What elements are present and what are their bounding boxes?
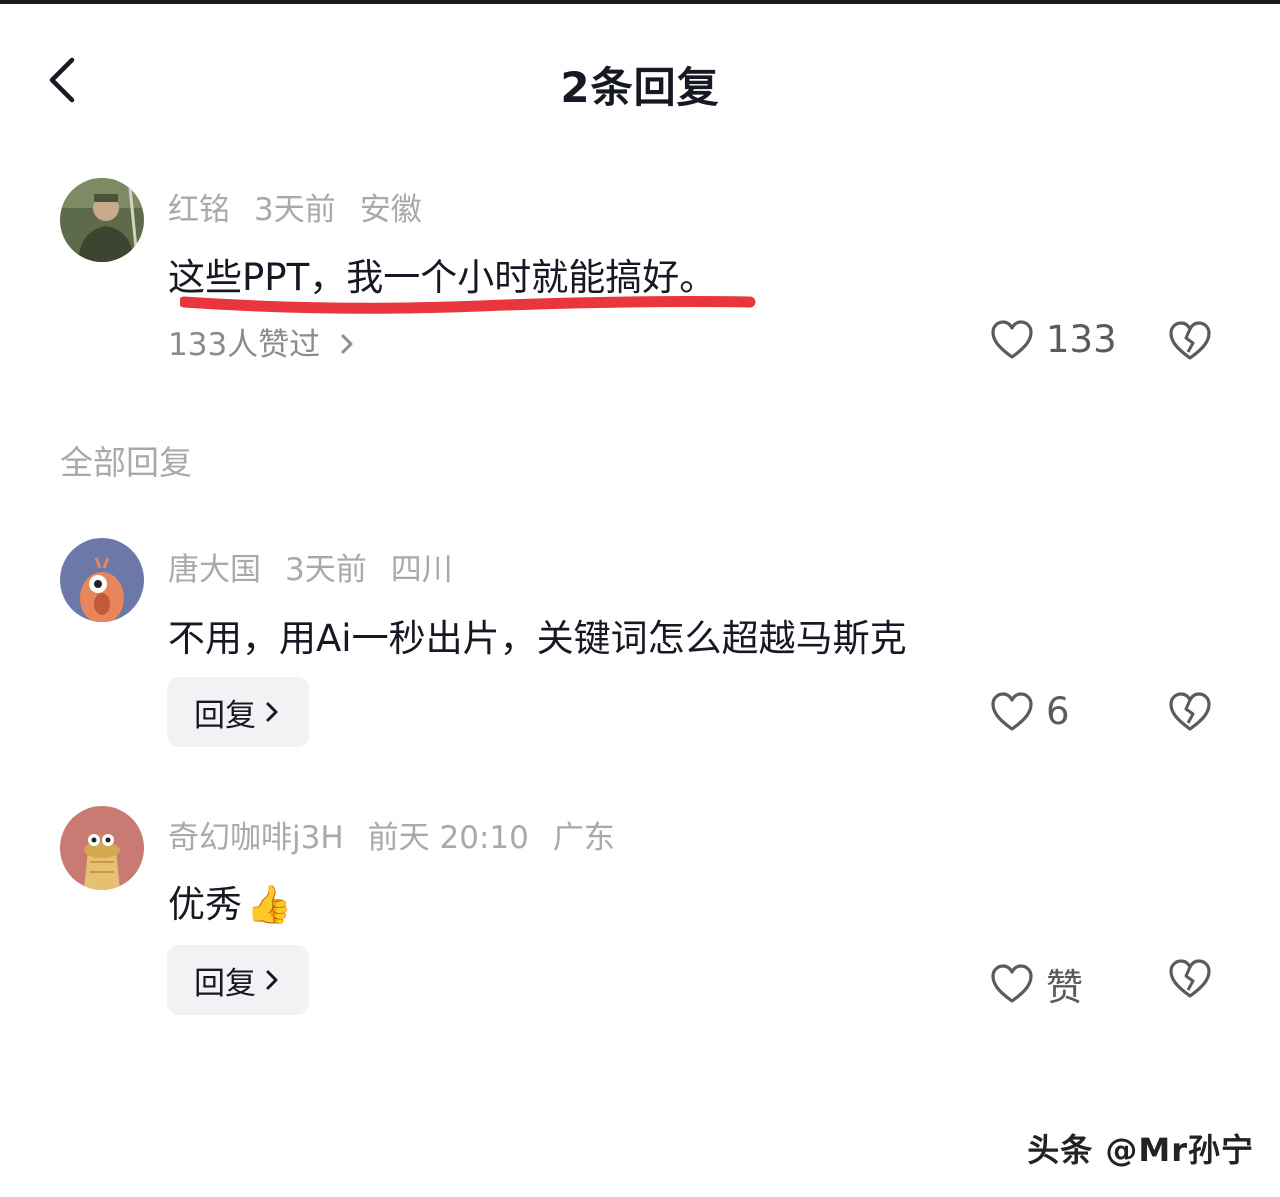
likers-summary-label: 133人赞过 — [168, 327, 321, 363]
reply-sheet: 2条回复 红铭 3天前 安徽 这些PPT，我一个小时就能搞好。 133人赞过 133 — [0, 4, 1280, 1197]
like-count: 6 — [1046, 690, 1070, 733]
comment-time: 3天前 — [285, 552, 367, 588]
author-name[interactable]: 唐大国 — [168, 552, 261, 588]
chevron-right-icon — [266, 970, 278, 990]
comment-time: 前天 20:10 — [367, 820, 529, 856]
author-name[interactable]: 奇幻咖啡j3H — [168, 820, 344, 856]
comment-meta: 奇幻咖啡j3H 前天 20:10 广东 — [168, 812, 639, 857]
broken-heart-icon — [1169, 321, 1211, 360]
avatar[interactable] — [60, 538, 144, 622]
author-name[interactable]: 红铭 — [168, 192, 230, 228]
heart-icon — [991, 964, 1033, 1003]
red-underline-annotation — [180, 296, 756, 314]
comment-text-body: 优秀 — [168, 883, 242, 926]
comment-meta: 唐大国 3天前 四川 — [168, 544, 477, 589]
reply-button-label: 回复 — [194, 697, 256, 734]
dislike-button[interactable] — [1168, 691, 1212, 737]
comment-location: 广东 — [552, 820, 615, 856]
chevron-right-icon — [266, 702, 278, 722]
comment-meta: 红铭 3天前 安徽 — [168, 184, 446, 229]
likers-summary-link[interactable]: 133人赞过 — [168, 319, 358, 364]
chevron-right-icon — [341, 334, 353, 354]
comment-location: 安徽 — [359, 192, 422, 228]
avatar[interactable] — [60, 178, 144, 262]
avatar[interactable] — [60, 806, 144, 890]
reply-button[interactable]: 回复 — [167, 677, 309, 747]
like-button[interactable]: 133 — [990, 318, 1117, 361]
dislike-button[interactable] — [1168, 958, 1212, 1004]
broken-heart-icon — [1169, 959, 1211, 998]
all-replies-label: 全部回复 — [60, 443, 192, 482]
comment-text: 优秀 👍 — [168, 874, 292, 928]
like-count: 133 — [1046, 318, 1117, 361]
like-button[interactable]: 赞 — [990, 957, 1083, 1011]
reply-button[interactable]: 回复 — [167, 945, 309, 1015]
watermark: 头条 @Mr孙宁 — [1027, 1131, 1254, 1169]
like-button[interactable]: 6 — [990, 690, 1070, 733]
thumbs-up-emoji-icon: 👍 — [246, 883, 293, 926]
page-title: 2条回复 — [560, 63, 720, 112]
comment-time: 3天前 — [254, 192, 336, 228]
heart-icon — [991, 691, 1033, 731]
broken-heart-icon — [1169, 692, 1211, 731]
reply-button-label: 回复 — [194, 965, 256, 1002]
like-count: 赞 — [1046, 966, 1083, 1009]
dislike-button[interactable] — [1168, 320, 1212, 366]
comment-location: 四川 — [390, 552, 453, 588]
comment-text: 不用，用Ai一秒出片，关键词怎么超越马斯克 — [168, 617, 907, 660]
heart-icon — [991, 319, 1033, 359]
